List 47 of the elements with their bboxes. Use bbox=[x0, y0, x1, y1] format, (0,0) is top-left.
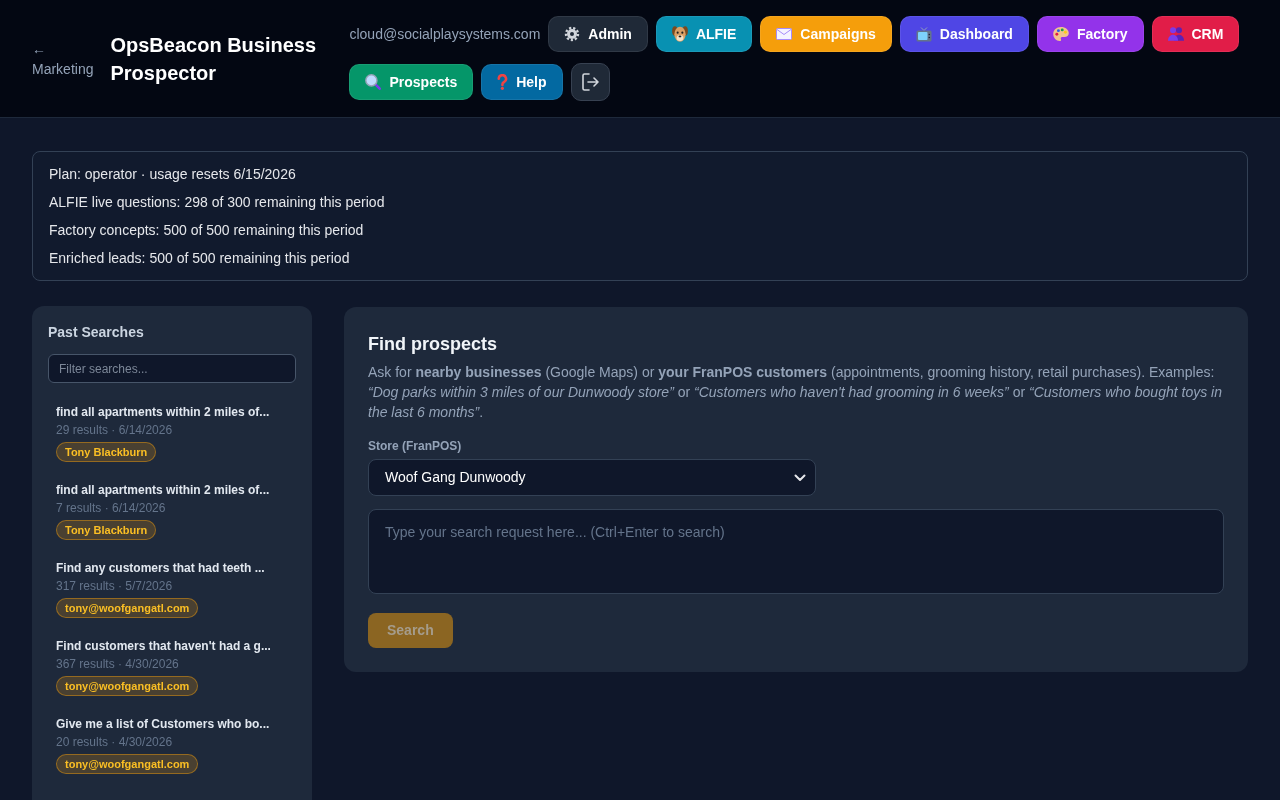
tv-icon bbox=[915, 26, 932, 42]
owner-tag: tony@woofgangatl.com bbox=[56, 676, 199, 696]
app-title: OpsBeacon Business Prospector bbox=[110, 32, 318, 86]
usage-text: Plan: operator · usage resets 6/15/2026 bbox=[49, 165, 297, 184]
search-icon bbox=[365, 74, 382, 90]
envelope-icon bbox=[776, 28, 793, 40]
search-meta: 317 results · 5/7/2026 bbox=[56, 578, 174, 595]
chevron-down-icon bbox=[794, 474, 806, 482]
nav-button[interactable]: Help bbox=[481, 64, 563, 100]
search-meta: 29 results · 6/14/2026 bbox=[56, 422, 174, 439]
owner-tag: Tony Blackburn bbox=[56, 520, 157, 540]
search-title[interactable]: Find any customers that had teeth ... bbox=[56, 559, 288, 577]
back-link[interactable]: ← Marketing bbox=[32, 38, 94, 79]
field-label: Store (FranPOS) bbox=[368, 438, 463, 454]
filter-field[interactable]: Filter searches... bbox=[48, 354, 296, 383]
search-request-field[interactable]: Type your search request here... (Ctrl+Enter to search) bbox=[368, 509, 1224, 594]
description-text: Ask for nearby businesses (Google Maps) or your FranPOS customers (appointments, grooming history, retail purchases). Examples: “Dog parks within 3 miles of our Dunwoody store” or “Customers who haven't had grooming in 6 weeks” or “Customers who bought toys in the last 6 months”. bbox=[368, 363, 1223, 422]
owner-tag: tony@woofgangatl.com bbox=[56, 754, 199, 774]
question-mark-icon bbox=[497, 74, 509, 90]
palette-icon bbox=[1052, 27, 1069, 41]
nav-button[interactable]: ALFIE bbox=[655, 16, 753, 52]
people-icon bbox=[1167, 27, 1184, 41]
search-title[interactable]: find all apartments within 2 miles of... bbox=[56, 403, 288, 421]
search-title[interactable]: Find customers that haven't had a g... bbox=[56, 637, 288, 655]
gear-icon bbox=[564, 26, 581, 42]
owner-tag: Tony Blackburn bbox=[56, 442, 157, 462]
search-meta: 20 results · 4/30/2026 bbox=[56, 734, 174, 751]
search-meta: 7 results · 6/14/2026 bbox=[56, 500, 167, 517]
card-title: Find prospects bbox=[368, 333, 498, 356]
search-title[interactable]: find all apartments within 2 miles of... bbox=[56, 481, 288, 499]
logout-icon bbox=[581, 73, 599, 91]
usage-text: ALFIE live questions: 298 of 300 remaining this period bbox=[49, 193, 386, 212]
nav-button[interactable]: CRM bbox=[1151, 16, 1240, 52]
store-select[interactable]: Woof Gang Dunwoody bbox=[368, 459, 816, 496]
search-meta: 367 results · 4/30/2026 bbox=[56, 656, 180, 673]
usage-text: Factory concepts: 500 of 500 remaining this period bbox=[49, 221, 365, 240]
dog-face-icon bbox=[671, 26, 688, 42]
user-email: cloud@socialplaysystems.com bbox=[349, 25, 541, 44]
nav-button[interactable]: Factory bbox=[1036, 16, 1144, 52]
nav-button[interactable]: Dashboard bbox=[899, 16, 1029, 52]
usage-text: Enriched leads: 500 of 500 remaining this period bbox=[49, 249, 351, 268]
panel-title: Past Searches bbox=[48, 323, 145, 342]
nav-button[interactable]: Prospects bbox=[349, 64, 474, 100]
search-title[interactable]: Give me a list of Customers who bo... bbox=[56, 715, 288, 733]
logout-button[interactable] bbox=[570, 63, 610, 101]
owner-tag: tony@woofgangatl.com bbox=[56, 598, 199, 618]
nav-button[interactable]: Admin bbox=[548, 16, 648, 52]
